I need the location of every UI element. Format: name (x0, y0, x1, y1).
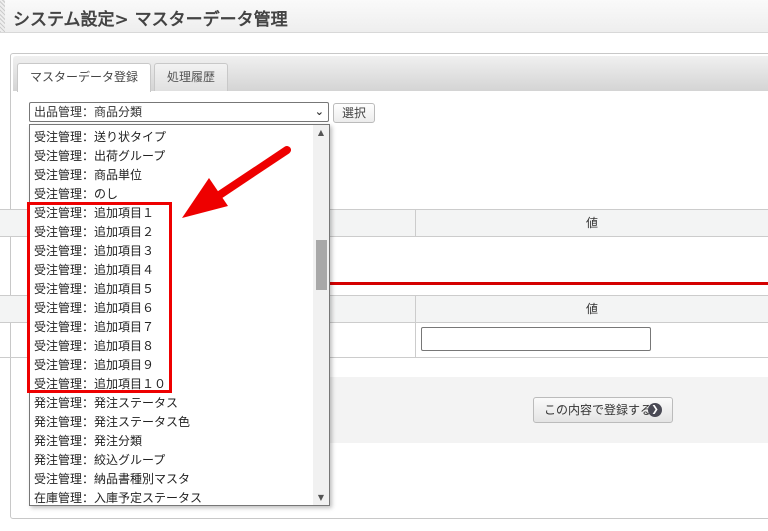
annotation-arrow-icon (182, 146, 291, 218)
